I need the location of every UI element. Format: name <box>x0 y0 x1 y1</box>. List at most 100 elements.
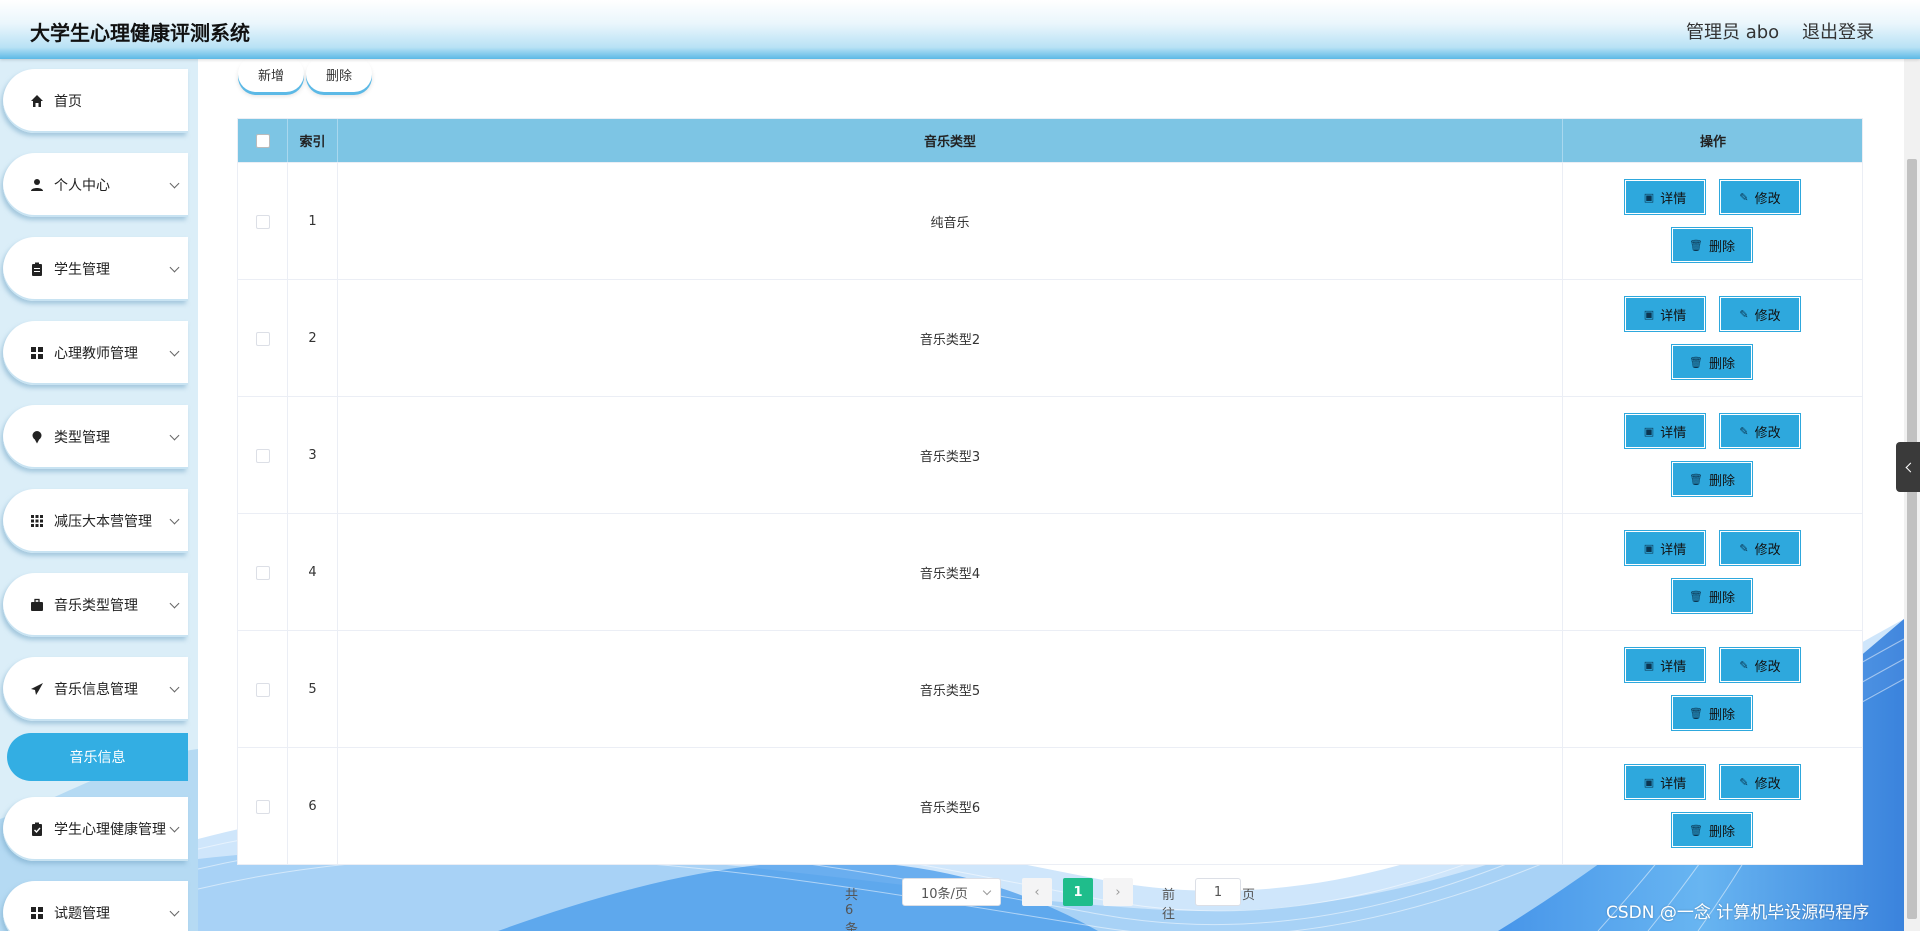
row-actions: ▣ 详情 ✎ 修改 🗑 删除 <box>1563 514 1863 631</box>
sidebar-item-teacher-management[interactable]: 心理教师管理 <box>3 321 188 385</box>
edit-button[interactable]: ✎ 修改 <box>1719 413 1801 449</box>
add-button[interactable]: 新增 <box>238 56 304 92</box>
edit-icon: ✎ <box>1739 658 1749 672</box>
detail-button-label: 详情 <box>1660 425 1687 441</box>
trash-icon: 🗑 <box>1689 472 1703 486</box>
delete-button[interactable]: 🗑 删除 <box>1671 344 1753 380</box>
row-select-cell <box>238 514 288 631</box>
row-music-type: 音乐类型6 <box>338 748 1563 865</box>
row-actions: ▣ 详情 ✎ 修改 🗑 删除 <box>1563 631 1863 748</box>
detail-button[interactable]: ▣ 详情 <box>1624 647 1706 683</box>
chevron-down-icon <box>169 906 180 917</box>
sidebar-item-student-mental-health-management[interactable]: 学生心理健康管理 <box>3 797 188 861</box>
delete-button[interactable]: 🗑 删除 <box>1671 578 1753 614</box>
submenu-item-music-info[interactable]: 音乐信息 <box>7 733 188 781</box>
detail-button[interactable]: ▣ 详情 <box>1624 530 1706 566</box>
send-icon <box>30 682 44 696</box>
sidebar-item-student-management[interactable]: 学生管理 <box>3 237 188 301</box>
sidebar-item-type-management[interactable]: 类型管理 <box>3 405 188 469</box>
page-number-current[interactable]: 1 <box>1063 878 1093 906</box>
edit-icon: ✎ <box>1739 541 1749 555</box>
edit-button[interactable]: ✎ 修改 <box>1719 179 1801 215</box>
edit-button[interactable]: ✎ 修改 <box>1719 296 1801 332</box>
edit-button[interactable]: ✎ 修改 <box>1719 647 1801 683</box>
detail-button[interactable]: ▣ 详情 <box>1624 413 1706 449</box>
delete-button[interactable]: 🗑 删除 <box>1671 461 1753 497</box>
row-music-type: 音乐类型4 <box>338 514 1563 631</box>
music-type-table: 索引 音乐类型 操作 1 纯音乐 ▣ 详情 ✎ 修改 🗑 删除 2 音乐类型2 ▣ 详情 ✎ 修改 🗑 删除 3… <box>237 118 1863 865</box>
sidebar-item-label: 类型管理 <box>54 430 110 446</box>
row-checkbox[interactable] <box>255 799 270 814</box>
edit-button[interactable]: ✎ 修改 <box>1719 530 1801 566</box>
chevron-down-icon <box>982 886 992 896</box>
side-panel-toggle[interactable] <box>1896 442 1920 492</box>
prev-page-button[interactable]: ‹ <box>1022 878 1052 906</box>
sidebar-item-music-info-management[interactable]: 音乐信息管理 <box>3 657 188 721</box>
detail-button[interactable]: ▣ 详情 <box>1624 764 1706 800</box>
delete-button[interactable]: 🗑 删除 <box>1671 812 1753 848</box>
delete-button-label: 删除 <box>1708 824 1735 840</box>
document-icon: ▣ <box>1643 658 1655 672</box>
row-actions: ▣ 详情 ✎ 修改 🗑 删除 <box>1563 397 1863 514</box>
row-music-type: 纯音乐 <box>338 163 1563 280</box>
row-checkbox[interactable] <box>255 682 270 697</box>
select-all-cell <box>238 119 288 162</box>
sidebar-item-personal-center[interactable]: 个人中心 <box>3 153 188 217</box>
next-page-button[interactable]: › <box>1103 878 1133 906</box>
sidebar-item-relax-camp-management[interactable]: 减压大本营管理 <box>3 489 188 553</box>
logout-link[interactable]: 退出登录 <box>1802 18 1874 44</box>
select-all-checkbox[interactable] <box>255 133 270 148</box>
row-actions: ▣ 详情 ✎ 修改 🗑 删除 <box>1563 280 1863 397</box>
detail-button-label: 详情 <box>1660 191 1687 207</box>
chevron-right-icon: › <box>1115 884 1121 900</box>
sidebar-item-question-management[interactable]: 试题管理 <box>3 881 188 931</box>
edit-button[interactable]: ✎ 修改 <box>1719 764 1801 800</box>
sidebar-item-label: 学生心理健康管理 <box>54 822 166 838</box>
row-checkbox[interactable] <box>255 448 270 463</box>
scrollbar-thumb[interactable] <box>1907 159 1917 919</box>
edit-button-label: 修改 <box>1754 776 1781 792</box>
page-size-value: 10条/页 <box>921 886 968 902</box>
table-row: 4 音乐类型4 ▣ 详情 ✎ 修改 🗑 删除 <box>238 513 1863 631</box>
delete-button[interactable]: 🗑 删除 <box>1671 695 1753 731</box>
row-checkbox[interactable] <box>255 331 270 346</box>
row-checkbox[interactable] <box>255 214 270 229</box>
detail-button-label: 详情 <box>1660 542 1687 558</box>
sidebar-item-label: 音乐类型管理 <box>54 598 138 614</box>
goto-prefix: 前往 <box>1162 888 1176 922</box>
grid-icon <box>30 346 44 360</box>
edit-button-label: 修改 <box>1754 542 1781 558</box>
table-row: 6 音乐类型6 ▣ 详情 ✎ 修改 🗑 删除 <box>238 747 1863 865</box>
row-checkbox[interactable] <box>255 565 270 580</box>
chevron-left-icon <box>1905 462 1915 472</box>
row-music-type: 音乐类型5 <box>338 631 1563 748</box>
page-size-select[interactable]: 10条/页 <box>902 878 1001 906</box>
delete-button-label: 删除 <box>1708 590 1735 606</box>
detail-button[interactable]: ▣ 详情 <box>1624 179 1706 215</box>
edit-icon: ✎ <box>1739 424 1749 438</box>
row-music-type: 音乐类型2 <box>338 280 1563 397</box>
page-scrollbar[interactable] <box>1904 59 1920 931</box>
delete-button[interactable]: 🗑 删除 <box>1671 227 1753 263</box>
goto-suffix: 页 <box>1242 888 1256 903</box>
goto-page-input[interactable] <box>1195 878 1241 906</box>
trash-icon: 🗑 <box>1689 355 1703 369</box>
row-index: 1 <box>288 163 338 280</box>
chevron-down-icon <box>169 598 180 609</box>
checklist-icon <box>30 822 44 836</box>
document-icon: ▣ <box>1643 190 1655 204</box>
batch-delete-button[interactable]: 删除 <box>306 56 372 92</box>
column-header-music-type: 音乐类型 <box>338 119 1563 162</box>
table-row: 3 音乐类型3 ▣ 详情 ✎ 修改 🗑 删除 <box>238 396 1863 514</box>
sidebar-item-music-type-management[interactable]: 音乐类型管理 <box>3 573 188 637</box>
detail-button[interactable]: ▣ 详情 <box>1624 296 1706 332</box>
app-title: 大学生心理健康评测系统 <box>30 21 250 45</box>
table-row: 1 纯音乐 ▣ 详情 ✎ 修改 🗑 删除 <box>238 162 1862 280</box>
sidebar-item-label: 减压大本营管理 <box>54 514 152 530</box>
row-actions: ▣ 详情 ✎ 修改 🗑 删除 <box>1563 748 1863 865</box>
row-index: 4 <box>288 514 338 631</box>
edit-button-label: 修改 <box>1754 191 1781 207</box>
sidebar-item-home[interactable]: 首页 <box>3 69 188 133</box>
row-index: 2 <box>288 280 338 397</box>
row-select-cell <box>238 280 288 397</box>
